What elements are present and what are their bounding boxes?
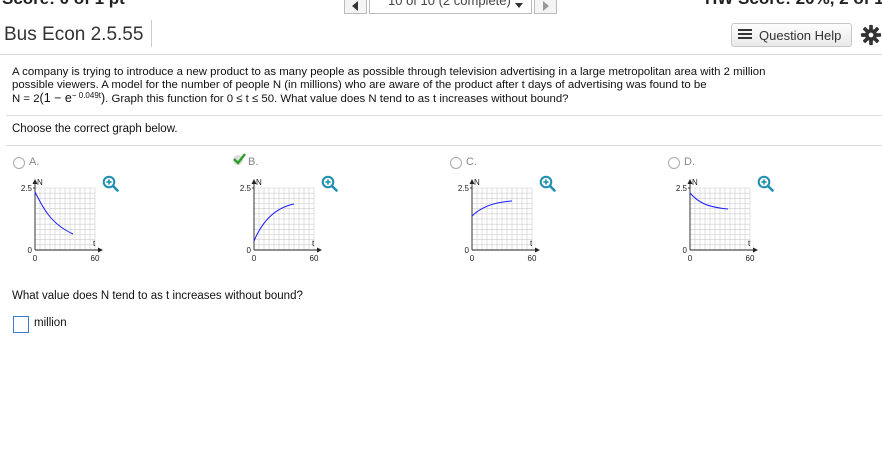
- x-tick-start-label: 0: [33, 254, 38, 263]
- option-letter: C.: [466, 156, 477, 168]
- zoom-in-icon[interactable]: [320, 174, 338, 192]
- option-letter: B.: [248, 156, 259, 168]
- option-letter: A.: [29, 156, 40, 168]
- x-tick-start-label: 0: [252, 254, 257, 263]
- y-axis-label: N: [37, 178, 43, 187]
- answer-unit: million: [34, 317, 67, 329]
- question-selector[interactable]: 10 of 10 (2 complete): [369, 0, 532, 14]
- question-line-2: possible viewers. A model for the number…: [12, 78, 707, 91]
- page-title: Bus Econ 2.5.55: [4, 24, 144, 45]
- x-tick-end-label: 60: [746, 254, 755, 263]
- option-d[interactable]: D. N 2.5 0 t 0 60: [668, 154, 868, 276]
- list-icon: [738, 29, 752, 41]
- x-tick-start-label: 0: [688, 254, 693, 263]
- x-axis-label: t: [93, 239, 96, 248]
- triangle-right-icon: [543, 1, 549, 11]
- question-header: Bus Econ 2.5.55 Question Help: [0, 14, 882, 55]
- y-axis-label: N: [256, 178, 262, 187]
- y-tick-label: 2.5: [240, 184, 252, 193]
- zoom-in-icon[interactable]: [538, 174, 556, 192]
- y-tick-label: 2.5: [676, 184, 688, 193]
- option-letter: D.: [684, 156, 695, 168]
- x-tick-end-label: 60: [91, 254, 100, 263]
- top-status-bar: Score: 0 of 1 pt 10 of 10 (2 complete) H…: [0, 0, 882, 14]
- x-tick-end-label: 60: [310, 254, 319, 263]
- score-label: Score: 0 of 1 pt: [2, 0, 125, 9]
- option-radio[interactable]: [450, 157, 462, 169]
- x-tick-end-label: 60: [528, 254, 537, 263]
- option-a[interactable]: A. N 2.5 0 t 0 60: [13, 154, 213, 276]
- option-radio[interactable]: [13, 157, 25, 169]
- question-line-3-rest: . Graph this function for 0 ≤ t ≤ 50. Wh…: [105, 93, 569, 105]
- zoom-in-icon[interactable]: [101, 174, 119, 192]
- divider: [6, 115, 882, 116]
- answer-prompt: What value does N tend to as t increases…: [12, 290, 303, 302]
- equation-exponent: − 0.049t: [71, 91, 101, 100]
- question-line-1: A company is trying to introduce a new p…: [12, 66, 766, 78]
- gear-icon[interactable]: [860, 24, 882, 46]
- y-axis-label: N: [474, 178, 480, 187]
- triangle-left-icon: [352, 1, 358, 11]
- previous-question-button[interactable]: [344, 0, 367, 14]
- y-axis-label: N: [692, 178, 698, 187]
- graph-grid: [689, 187, 751, 251]
- graph-grid: [471, 187, 533, 251]
- graph-curve: [689, 192, 729, 210]
- caret-down-icon: [515, 3, 523, 8]
- title-box: Bus Econ 2.5.55: [0, 20, 152, 47]
- option-c[interactable]: C. N 2.5 0 t 0 60: [450, 154, 650, 276]
- question-help-label: Question Help: [759, 28, 842, 43]
- zoom-in-icon[interactable]: [756, 174, 774, 192]
- y-tick-label: 2.5: [458, 184, 470, 193]
- hw-score-label: HW Score: 20%, 2 of 10 pts: [705, 0, 882, 9]
- graph-grid: [34, 187, 96, 251]
- next-question-button[interactable]: [534, 0, 557, 14]
- question-line-3: N = 2(1 − e− 0.049t). Graph this functio…: [12, 91, 872, 107]
- x-axis-label: t: [530, 239, 533, 248]
- option-radio[interactable]: [668, 157, 680, 169]
- x-axis-label: t: [312, 239, 315, 248]
- answer-input[interactable]: [13, 316, 29, 333]
- progress-label: 10 of 10 (2 complete): [388, 0, 511, 8]
- choose-label: Choose the correct graph below.: [12, 123, 178, 135]
- y-tick-label: 2.5: [21, 184, 33, 193]
- equation-prefix: N = 2: [12, 93, 40, 105]
- x-tick-start-label: 0: [470, 254, 475, 263]
- divider: [6, 145, 882, 146]
- question-help-button[interactable]: Question Help: [731, 23, 852, 47]
- equation-open: (1 − e: [39, 91, 72, 105]
- graph-grid: [253, 187, 315, 251]
- x-axis-label: t: [748, 239, 751, 248]
- question-text: A company is trying to introduce a new p…: [12, 66, 872, 107]
- checkmark-icon: [233, 153, 246, 165]
- option-b[interactable]: B. N 2.5 0 t 0 60: [232, 153, 432, 276]
